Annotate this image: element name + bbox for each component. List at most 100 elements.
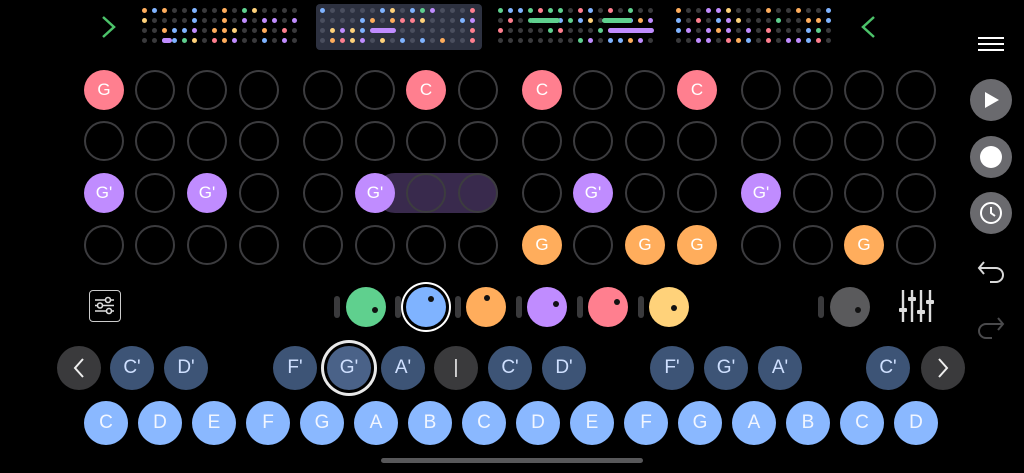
grid-step-empty[interactable] [896, 225, 936, 265]
chord-key-button[interactable]: C' [110, 346, 154, 390]
grid-step-empty[interactable] [135, 225, 175, 265]
pattern-overview-3[interactable] [494, 4, 660, 50]
grid-step-empty[interactable] [303, 70, 343, 110]
grid-step-empty[interactable] [625, 173, 665, 213]
note-key-button[interactable]: D [516, 401, 560, 445]
chord-key-button[interactable]: F' [273, 346, 317, 390]
grid-step-empty[interactable] [896, 173, 936, 213]
chord-key-button[interactable]: C' [866, 346, 910, 390]
chord-key-button[interactable]: G' [327, 346, 371, 390]
grid-step-empty[interactable] [793, 225, 833, 265]
grid-step-active[interactable]: G' [355, 173, 395, 213]
pattern-overview-2-selected[interactable] [316, 4, 482, 50]
grid-step-active[interactable]: G [625, 225, 665, 265]
note-key-button[interactable]: G [300, 401, 344, 445]
grid-step-empty[interactable] [135, 173, 175, 213]
grid-step-empty[interactable] [793, 70, 833, 110]
grid-step-active[interactable]: C [522, 70, 562, 110]
grid-step-empty[interactable] [406, 121, 446, 161]
play-button[interactable] [970, 79, 1012, 121]
chord-key-button[interactable]: F' [650, 346, 694, 390]
record-button[interactable] [970, 136, 1012, 178]
grid-step-empty[interactable] [896, 121, 936, 161]
grid-step-empty[interactable] [458, 173, 498, 213]
chord-next-button[interactable] [921, 346, 965, 390]
chord-key-button[interactable]: A' [381, 346, 425, 390]
mixer-sliders-icon[interactable] [897, 288, 935, 324]
green-instrument-knob[interactable] [346, 287, 386, 327]
note-key-button[interactable]: E [570, 401, 614, 445]
grid-step-empty[interactable] [187, 121, 227, 161]
note-key-button[interactable]: D [138, 401, 182, 445]
hamburger-menu-icon[interactable] [976, 34, 1006, 54]
grid-step-active[interactable]: G [844, 225, 884, 265]
chord-key-button[interactable]: D' [542, 346, 586, 390]
grid-step-empty[interactable] [844, 173, 884, 213]
note-key-button[interactable]: A [732, 401, 776, 445]
chord-key-button[interactable]: C' [488, 346, 532, 390]
grid-step-empty[interactable] [741, 225, 781, 265]
grid-step-empty[interactable] [793, 173, 833, 213]
grid-step-active[interactable]: G [677, 225, 717, 265]
grid-step-empty[interactable] [793, 121, 833, 161]
pattern-overview-4[interactable] [672, 4, 838, 50]
grid-step-empty[interactable] [522, 121, 562, 161]
grid-step-active[interactable]: G [522, 225, 562, 265]
grid-step-active[interactable]: G' [84, 173, 124, 213]
note-key-button[interactable]: C [84, 401, 128, 445]
gray-master-knob[interactable] [830, 287, 870, 327]
note-key-button[interactable]: F [246, 401, 290, 445]
grid-step-empty[interactable] [677, 121, 717, 161]
orange-instrument-knob[interactable] [466, 287, 506, 327]
grid-step-empty[interactable] [522, 173, 562, 213]
grid-step-empty[interactable] [303, 173, 343, 213]
grid-step-empty[interactable] [239, 173, 279, 213]
note-key-button[interactable]: D [894, 401, 938, 445]
purple-instrument-knob[interactable] [527, 287, 567, 327]
grid-step-empty[interactable] [406, 225, 446, 265]
grid-step-active[interactable]: C [677, 70, 717, 110]
note-key-button[interactable]: C [462, 401, 506, 445]
grid-step-empty[interactable] [844, 70, 884, 110]
chord-prev-button[interactable] [57, 346, 101, 390]
settings-sliders-icon[interactable] [89, 290, 121, 322]
grid-step-empty[interactable] [458, 121, 498, 161]
grid-step-empty[interactable] [625, 121, 665, 161]
grid-step-active[interactable]: G' [741, 173, 781, 213]
grid-step-active[interactable]: C [406, 70, 446, 110]
chevron-right-icon[interactable] [99, 12, 119, 48]
grid-step-active[interactable]: G' [187, 173, 227, 213]
pattern-overview-1[interactable] [138, 4, 304, 50]
pink-instrument-knob[interactable] [588, 287, 628, 327]
grid-step-empty[interactable] [896, 70, 936, 110]
chord-divider-button[interactable]: | [434, 346, 478, 390]
history-button[interactable] [970, 192, 1012, 234]
yellow-instrument-knob[interactable] [649, 287, 689, 327]
grid-step-active[interactable]: G' [573, 173, 613, 213]
note-key-button[interactable]: G [678, 401, 722, 445]
grid-step-empty[interactable] [84, 121, 124, 161]
note-key-button[interactable]: E [192, 401, 236, 445]
grid-step-empty[interactable] [573, 121, 613, 161]
note-key-button[interactable]: B [786, 401, 830, 445]
grid-step-empty[interactable] [625, 70, 665, 110]
note-key-button[interactable]: F [624, 401, 668, 445]
grid-step-empty[interactable] [458, 225, 498, 265]
redo-icon[interactable] [976, 312, 1006, 340]
grid-step-empty[interactable] [677, 173, 717, 213]
grid-step-empty[interactable] [135, 70, 175, 110]
grid-step-empty[interactable] [135, 121, 175, 161]
grid-step-active[interactable]: G [84, 70, 124, 110]
grid-step-empty[interactable] [844, 121, 884, 161]
chord-key-button[interactable]: G' [704, 346, 748, 390]
chord-key-button[interactable]: D' [164, 346, 208, 390]
grid-step-empty[interactable] [187, 225, 227, 265]
grid-step-empty[interactable] [573, 70, 613, 110]
chord-key-button[interactable]: A' [758, 346, 802, 390]
grid-step-empty[interactable] [355, 121, 395, 161]
grid-step-empty[interactable] [239, 70, 279, 110]
note-key-button[interactable]: A [354, 401, 398, 445]
grid-step-empty[interactable] [239, 121, 279, 161]
grid-step-empty[interactable] [303, 121, 343, 161]
grid-step-empty[interactable] [741, 70, 781, 110]
